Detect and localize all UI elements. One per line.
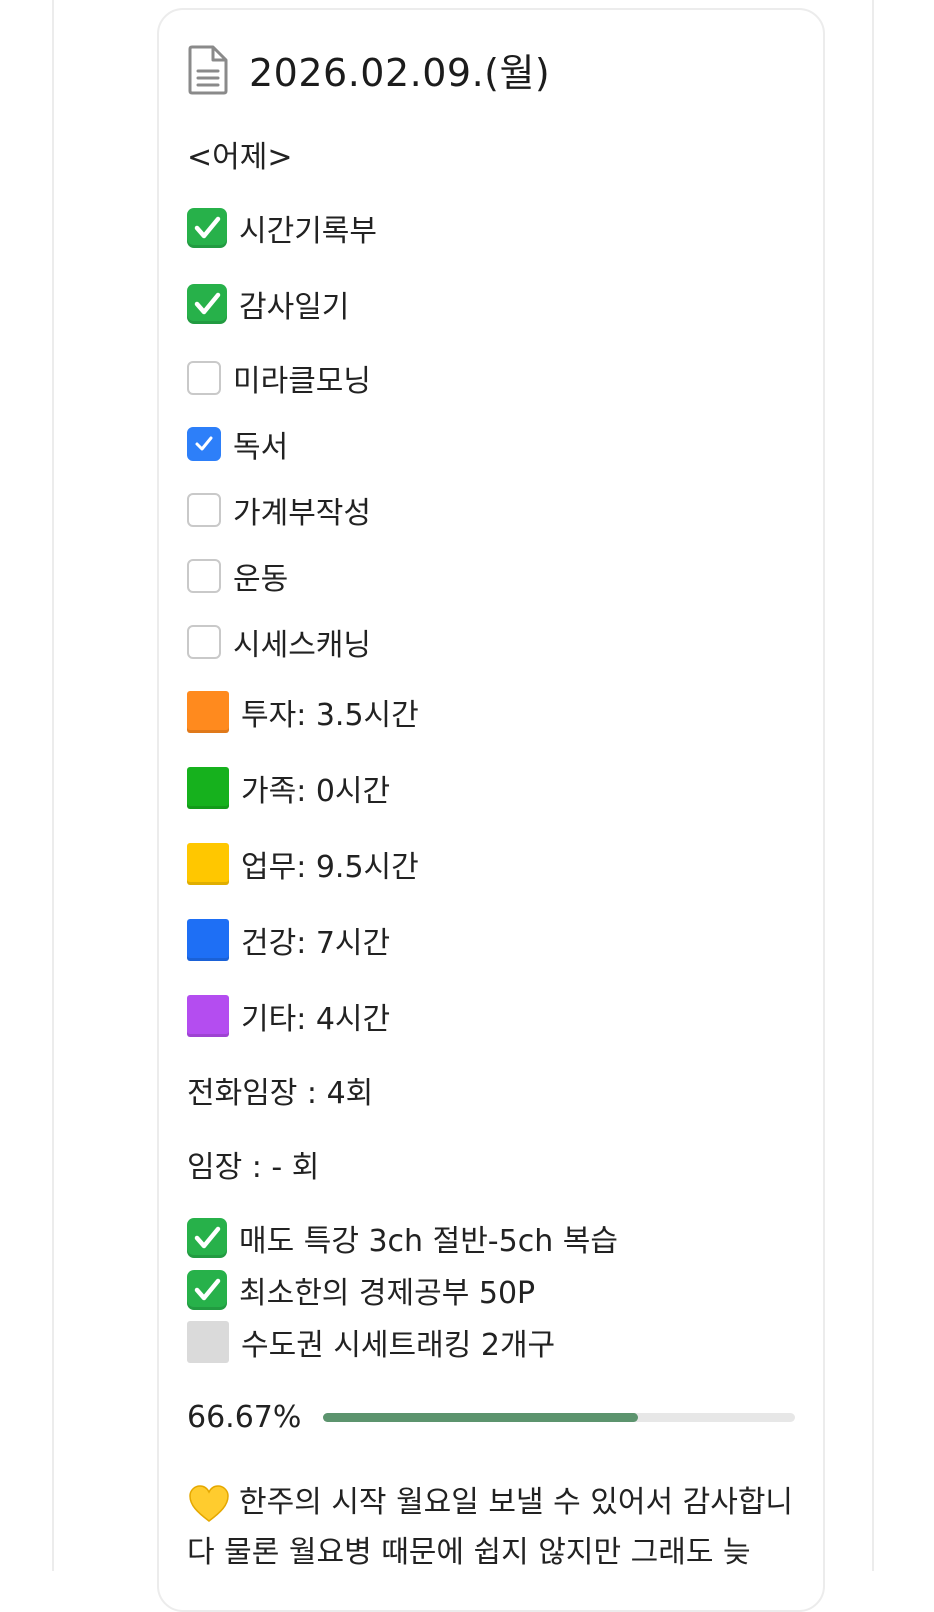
habit-item[interactable]: 운동 (187, 554, 288, 598)
habit-label: 시간기록부 (239, 214, 377, 249)
page-border-left (52, 0, 54, 1571)
yellow-square-icon (187, 843, 229, 885)
check-mark-emoji-icon (187, 1218, 227, 1258)
page-title: 2026.02.09.(월) (249, 51, 551, 95)
task-item[interactable]: 매도 특강 3ch 절반-5ch 복습 (187, 1216, 618, 1260)
task-item[interactable]: 수도권 시세트래킹 2개구 (187, 1320, 555, 1364)
time-log-label: 업무: 9.5시간 (241, 850, 419, 885)
time-log-item: 투자: 3.5시간 (187, 690, 419, 734)
blue-square-icon (187, 919, 229, 961)
page-border-right (872, 0, 874, 1571)
check-mark-emoji-icon (187, 1270, 227, 1310)
checkbox[interactable] (187, 625, 221, 659)
progress-bar-fill (323, 1413, 639, 1422)
gratitude-text: 한주의 시작 월요일 보낼 수 있어서 감사합니다 물론 월요병 때문에 쉽지 … (187, 1485, 794, 1570)
visit-count: 임장 : - 회 (187, 1150, 320, 1185)
card-header: 2026.02.09.(월) (187, 42, 550, 97)
time-log-item: 기타: 4시간 (187, 994, 390, 1038)
section-label: <어제> (187, 140, 293, 175)
time-log-item: 건강: 7시간 (187, 918, 390, 962)
gray-square-icon (187, 1321, 229, 1363)
habit-label: 운동 (233, 562, 289, 597)
habit-item[interactable]: 시세스캐닝 (187, 620, 371, 664)
habit-label: 가계부작성 (233, 496, 371, 531)
green-square-icon (187, 767, 229, 809)
habit-item[interactable]: 감사일기 (187, 282, 349, 326)
habit-item[interactable]: 가계부작성 (187, 488, 371, 532)
checkbox[interactable] (187, 361, 221, 395)
purple-square-icon (187, 995, 229, 1037)
task-label: 최소한의 경제공부 50P (239, 1276, 536, 1311)
orange-square-icon (187, 691, 229, 733)
habit-item[interactable]: 미라클모닝 (187, 356, 371, 400)
time-log-label: 투자: 3.5시간 (241, 698, 419, 733)
check-mark-emoji-icon (187, 208, 227, 248)
yellow-heart-icon (187, 1482, 231, 1526)
checkbox[interactable] (187, 493, 221, 527)
time-log-item: 업무: 9.5시간 (187, 842, 419, 886)
habit-label: 미라클모닝 (233, 364, 371, 399)
journal-card: 2026.02.09.(월) <어제> 시간기록부 감사일기 미라클모닝 독서 … (157, 8, 825, 1612)
check-mark-emoji-icon (187, 284, 227, 324)
gratitude-entry: 한주의 시작 월요일 보낼 수 있어서 감사합니다 물론 월요병 때문에 쉽지 … (187, 1478, 797, 1578)
task-label: 매도 특강 3ch 절반-5ch 복습 (239, 1224, 618, 1259)
checkbox[interactable] (187, 559, 221, 593)
time-log-item: 가족: 0시간 (187, 766, 390, 810)
task-label: 수도권 시세트래킹 2개구 (241, 1328, 556, 1363)
time-log-label: 가족: 0시간 (241, 774, 391, 809)
task-item[interactable]: 최소한의 경제공부 50P (187, 1268, 535, 1312)
habit-label: 시세스캐닝 (233, 628, 371, 663)
progress-bar (323, 1413, 796, 1422)
progress-row: 66.67% (187, 1400, 796, 1435)
document-icon (187, 44, 229, 96)
time-log-label: 건강: 7시간 (241, 926, 391, 961)
checkbox-checked[interactable] (187, 427, 221, 461)
habit-item[interactable]: 독서 (187, 422, 288, 466)
time-log-label: 기타: 4시간 (241, 1002, 391, 1037)
habit-label: 감사일기 (239, 290, 350, 325)
habit-label: 독서 (233, 430, 289, 465)
phone-visit-count: 전화임장 : 4회 (187, 1076, 374, 1111)
habit-item[interactable]: 시간기록부 (187, 206, 377, 250)
progress-percent: 66.67% (187, 1400, 302, 1435)
